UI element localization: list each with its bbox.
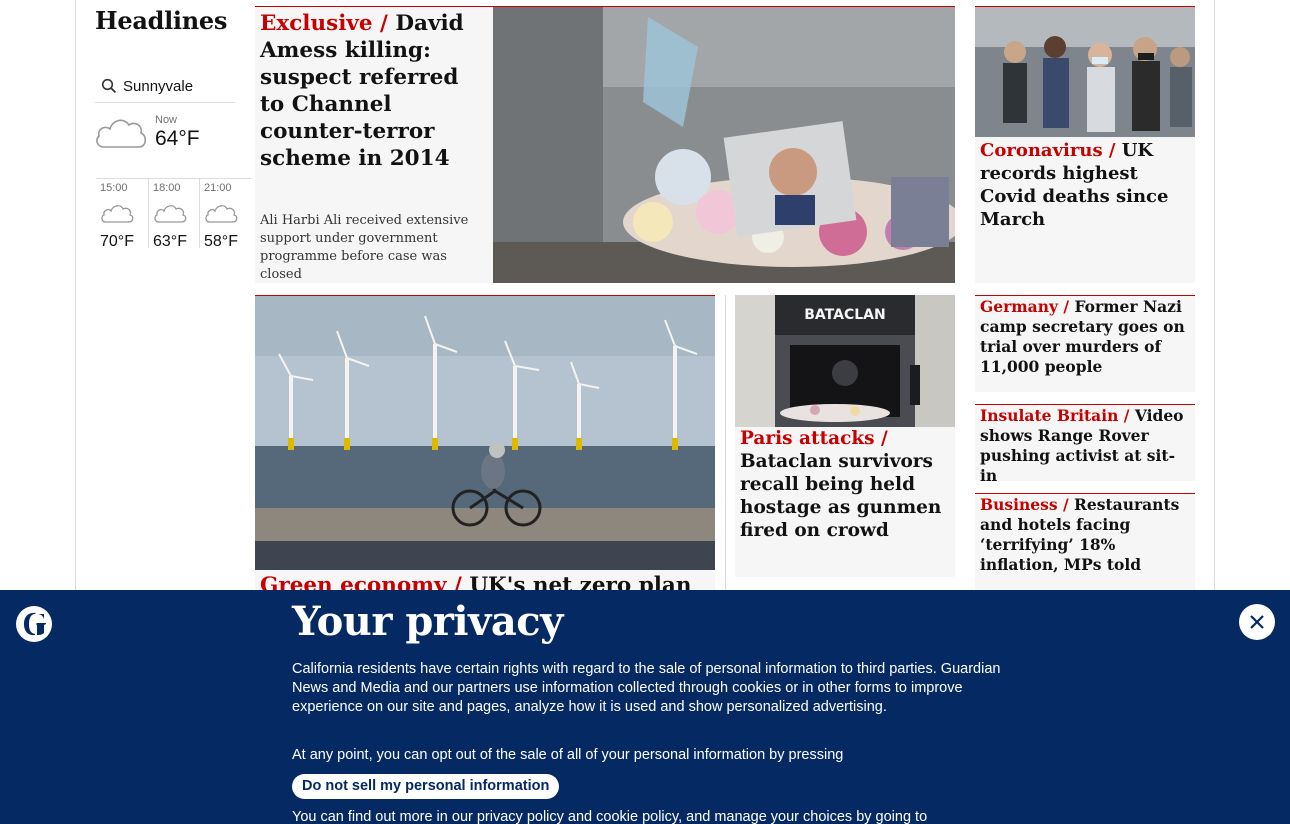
story-kicker: Insulate Britain /	[980, 406, 1135, 425]
story-headline[interactable]: Paris attacks / Bataclan survivors recal…	[740, 427, 950, 542]
column-divider	[725, 295, 726, 595]
crowd-masks-photo	[975, 7, 1195, 137]
location-input[interactable]	[123, 77, 233, 95]
lead-story-card[interactable]: Exclusive / David Amess killing: suspect…	[255, 6, 955, 283]
business-story-card[interactable]: Business / Restaurants and hotels facing…	[975, 493, 1195, 593]
close-banner-button[interactable]	[1239, 604, 1275, 640]
wind-farm-cyclist-photo	[255, 296, 715, 570]
guardian-logo-icon	[16, 606, 52, 642]
forecast-temp: 70°F	[100, 233, 134, 250]
card-rule	[975, 404, 1195, 405]
card-rule	[975, 295, 1195, 296]
covid-story-card[interactable]: Coronavirus / UK records highest Covid d…	[975, 6, 1195, 283]
story-headline[interactable]: Business / Restaurants and hotels facing…	[980, 495, 1192, 575]
close-icon	[1250, 615, 1264, 629]
privacy-title: Your privacy	[292, 598, 563, 645]
paris-attacks-story-card[interactable]: BATACLAN Paris attacks / Bataclan surviv…	[735, 295, 955, 577]
cloud-icon	[154, 205, 187, 223]
forecast-temp: 63°F	[153, 233, 187, 250]
insulate-britain-story-card[interactable]: Insulate Britain / Video shows Range Rov…	[975, 404, 1195, 481]
headline-text: Bataclan survivors recall being held hos…	[740, 451, 942, 541]
green-economy-story-card[interactable]: Green economy / UK's net zero plan falls	[255, 295, 715, 595]
forecast-time: 18:00	[153, 182, 181, 194]
story-headline[interactable]: Insulate Britain / Video shows Range Rov…	[980, 406, 1192, 481]
card-rule	[975, 493, 1195, 494]
germany-story-card[interactable]: Germany / Former Nazi camp secretary goe…	[975, 295, 1195, 392]
forecast-time: 15:00	[100, 182, 128, 194]
bataclan-sign-text: BATACLAN	[804, 307, 885, 323]
story-headline[interactable]: Exclusive / David Amess killing: suspect…	[260, 10, 485, 172]
weather-now-temp: 64°F	[155, 127, 200, 150]
cloud-icon	[96, 119, 147, 148]
story-headline[interactable]: Coronavirus / UK records highest Covid d…	[980, 139, 1190, 231]
forecast-item: 15:00 70°F	[96, 178, 148, 250]
story-kicker: Coronavirus /	[980, 140, 1122, 161]
forecast-time: 21:00	[204, 182, 232, 194]
story-kicker: Paris attacks /	[740, 428, 888, 449]
weather-now-label: Now	[155, 114, 178, 126]
forecast-item: 18:00 63°F	[148, 178, 200, 250]
bataclan-photo: BATACLAN	[735, 295, 955, 427]
privacy-banner: Your privacy California residents have c…	[0, 590, 1290, 824]
section-title: Headlines	[95, 6, 228, 35]
do-not-sell-button[interactable]: Do not sell my personal information	[292, 774, 560, 799]
privacy-paragraph: At any point, you can opt out of the sal…	[292, 747, 844, 763]
forecast-temp: 58°F	[204, 233, 238, 250]
story-kicker: Germany /	[980, 297, 1075, 316]
cloud-icon	[101, 205, 134, 223]
story-headline[interactable]: Germany / Former Nazi camp secretary goe…	[980, 297, 1192, 377]
memorial-flowers-photo	[493, 7, 955, 283]
story-standfirst: Ali Harbi Ali received extensive support…	[260, 213, 469, 282]
story-kicker: Exclusive /	[260, 11, 396, 36]
search-icon	[101, 78, 117, 94]
forecast-item: 21:00 58°F	[199, 178, 251, 250]
privacy-paragraph: You can find out more in our privacy pol…	[292, 809, 928, 824]
privacy-paragraph: California residents have certain rights…	[292, 661, 1001, 715]
story-kicker: Business /	[980, 495, 1075, 514]
cloud-icon	[205, 205, 238, 223]
weather-location-search[interactable]	[95, 70, 235, 103]
